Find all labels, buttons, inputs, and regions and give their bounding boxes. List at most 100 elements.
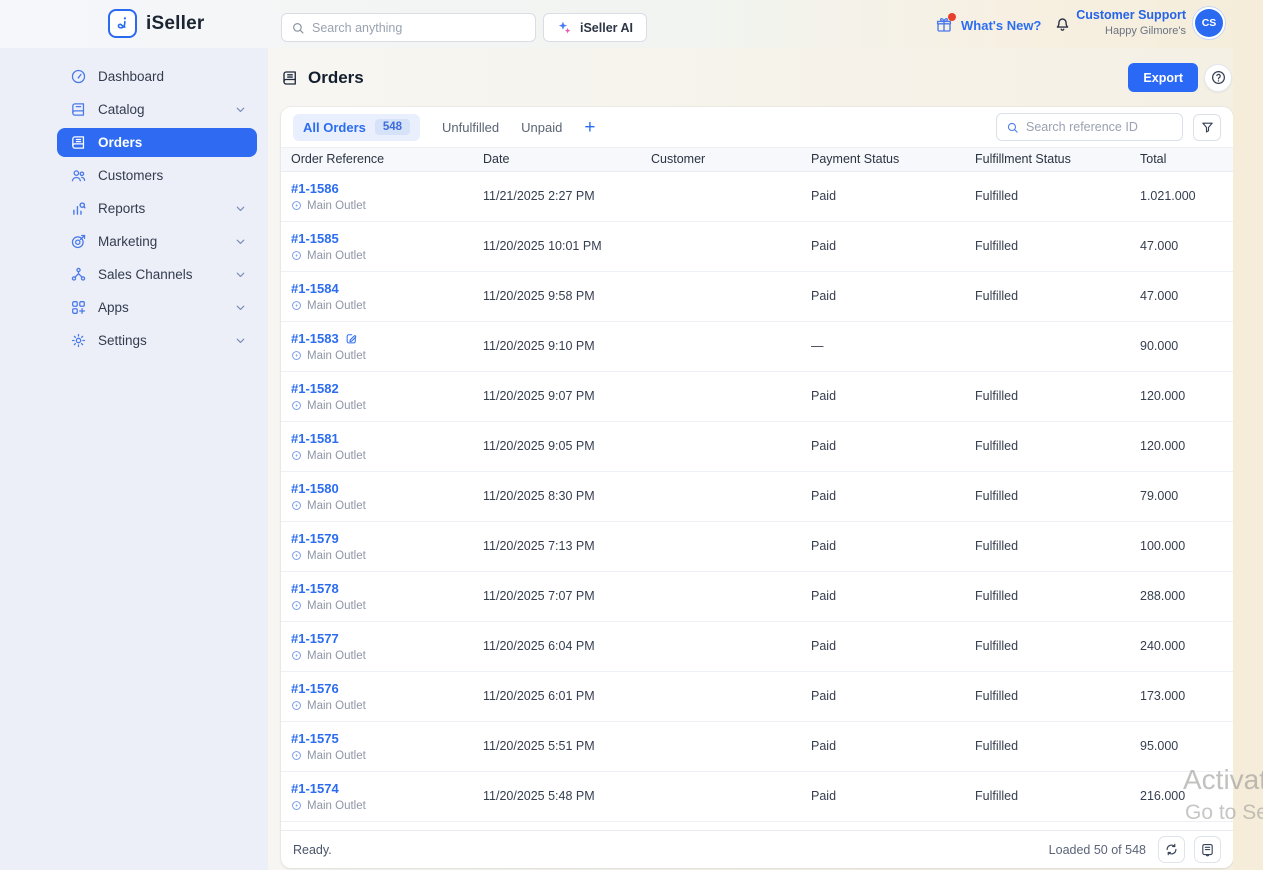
app-root: iSeller iSeller AI What's New? Customer … — [0, 0, 1263, 870]
order-reference-link[interactable]: #1-1585 — [291, 231, 339, 246]
chevron-down-icon — [234, 301, 247, 314]
table-row[interactable]: #1-1577 Main Outlet 11/20/2025 6:04 PM P… — [281, 621, 1233, 672]
global-search[interactable] — [281, 13, 536, 42]
order-reference-link[interactable]: #1-1586 — [291, 181, 339, 196]
fulfillment-status — [965, 321, 1130, 372]
whats-new-link[interactable]: What's New? — [935, 13, 1041, 37]
sidebar-item-label: Sales Channels — [98, 267, 193, 282]
book-icon — [70, 101, 87, 118]
payment-status: — — [801, 321, 965, 372]
table-row[interactable]: #1-1585 Main Outlet 11/20/2025 10:01 PM … — [281, 221, 1233, 272]
sidebar-item-marketing[interactable]: Marketing — [57, 227, 257, 256]
outlet-bolt-icon — [291, 600, 302, 611]
tab-all-orders[interactable]: All Orders 548 — [293, 113, 421, 141]
table-row[interactable]: #1-1582 Main Outlet 11/20/2025 9:07 PM P… — [281, 371, 1233, 422]
order-reference-link[interactable]: #1-1576 — [291, 681, 339, 696]
filter-button[interactable] — [1193, 113, 1221, 141]
table-row[interactable]: #1-1586 Main Outlet 11/21/2025 2:27 PM P… — [281, 171, 1233, 222]
sidebar-item-label: Marketing — [98, 234, 158, 249]
sidebar-item-label: Catalog — [98, 102, 145, 117]
table-row[interactable]: #1-1580 Main Outlet 11/20/2025 8:30 PM P… — [281, 471, 1233, 522]
table-row[interactable]: #1-1576 Main Outlet 11/20/2025 6:01 PM P… — [281, 671, 1233, 722]
page-header: Orders Export — [281, 48, 1233, 107]
sidebar-item-dashboard[interactable]: Dashboard — [57, 62, 257, 91]
sidebar-item-reports[interactable]: Reports — [57, 194, 257, 223]
add-tab-button[interactable]: + — [584, 118, 595, 137]
notifications-bell-button[interactable] — [1051, 14, 1073, 36]
chevron-down-icon — [234, 334, 247, 347]
refresh-button[interactable] — [1158, 836, 1185, 863]
order-reference-link[interactable]: #1-1580 — [291, 481, 339, 496]
payment-status: Paid — [801, 421, 965, 472]
outlet-tag: Main Outlet — [291, 300, 473, 312]
gear-icon — [70, 332, 87, 349]
fulfillment-status: Fulfilled — [965, 471, 1130, 522]
logo-text: iSeller — [146, 12, 205, 34]
table-row[interactable]: #1-1574 Main Outlet 11/20/2025 5:48 PM P… — [281, 771, 1233, 822]
sidebar-item-apps[interactable]: Apps — [57, 293, 257, 322]
tab-unfulfilled[interactable]: Unfulfilled — [442, 120, 499, 135]
order-total: 90.000 — [1130, 321, 1233, 372]
reference-search-input[interactable] — [1026, 120, 1173, 134]
chevron-down-icon — [234, 268, 247, 281]
fulfillment-status: Fulfilled — [965, 221, 1130, 272]
order-total: 240.000 — [1130, 621, 1233, 672]
print-button[interactable] — [1194, 836, 1221, 863]
outlet-bolt-icon — [291, 650, 302, 661]
order-reference-link[interactable]: #1-1581 — [291, 431, 339, 446]
outlet-tag: Main Outlet — [291, 800, 473, 812]
order-reference-link[interactable]: #1-1583 — [291, 331, 339, 346]
sidebar-item-orders[interactable]: Orders — [57, 128, 257, 157]
sidebar-item-catalog[interactable]: Catalog — [57, 95, 257, 124]
order-reference-link[interactable]: #1-1575 — [291, 731, 339, 746]
payment-status: Paid — [801, 171, 965, 222]
table-row[interactable]: #1-1583 Main Outlet 11/20/2025 9:10 PM —… — [281, 321, 1233, 372]
tab-unpaid[interactable]: Unpaid — [521, 120, 562, 135]
edit-pencil-icon[interactable] — [345, 332, 358, 345]
sidebar-item-customers[interactable]: Customers — [57, 161, 257, 190]
help-button[interactable] — [1204, 63, 1232, 92]
chevron-down-icon — [234, 235, 247, 248]
payment-status: Paid — [801, 621, 965, 672]
order-reference-link[interactable]: #1-1579 — [291, 531, 339, 546]
sidebar-nav-list: Dashboard Catalog Orders Customers Repor… — [0, 48, 268, 355]
col-total: Total — [1130, 148, 1233, 172]
avatar[interactable]: CS — [1195, 8, 1223, 37]
order-customer — [641, 421, 801, 472]
order-reference-link[interactable]: #1-1577 — [291, 631, 339, 646]
order-total: 1.021.000 — [1130, 171, 1233, 222]
order-reference-link[interactable]: #1-1584 — [291, 281, 339, 296]
global-search-input[interactable] — [312, 20, 526, 35]
table-row[interactable]: #1-1579 Main Outlet 11/20/2025 7:13 PM P… — [281, 521, 1233, 572]
order-reference-link[interactable]: #1-1582 — [291, 381, 339, 396]
export-button[interactable]: Export — [1128, 63, 1198, 92]
question-icon — [1210, 69, 1227, 86]
refresh-icon — [1164, 842, 1179, 857]
table-row[interactable]: #1-1584 Main Outlet 11/20/2025 9:58 PM P… — [281, 271, 1233, 322]
sidebar-item-sales-channels[interactable]: Sales Channels — [57, 260, 257, 289]
order-date: 11/20/2025 6:04 PM — [473, 621, 641, 672]
table-row[interactable]: #1-1578 Main Outlet 11/20/2025 7:07 PM P… — [281, 571, 1233, 622]
fulfillment-status: Fulfilled — [965, 371, 1130, 422]
grid-icon — [70, 299, 87, 316]
order-reference-link[interactable]: #1-1578 — [291, 581, 339, 596]
sidebar-item-settings[interactable]: Settings — [57, 326, 257, 355]
table-row[interactable]: #1-1581 Main Outlet 11/20/2025 9:05 PM P… — [281, 421, 1233, 472]
col-order-reference: Order Reference — [281, 148, 473, 172]
sidebar-item-label: Apps — [98, 300, 129, 315]
tabs-row: All Orders 548 Unfulfilled Unpaid + — [281, 107, 1233, 148]
user-menu[interactable]: Customer Support Happy Gilmore's CS — [1076, 7, 1223, 38]
iseller-ai-button[interactable]: iSeller AI — [543, 13, 648, 42]
table-row[interactable]: #1-1575 Main Outlet 11/20/2025 5:51 PM P… — [281, 721, 1233, 772]
order-customer — [641, 171, 801, 222]
funnel-icon — [1200, 120, 1215, 135]
reference-search[interactable] — [996, 113, 1183, 141]
outlet-bolt-icon — [291, 350, 302, 361]
order-date: 11/20/2025 7:07 PM — [473, 571, 641, 622]
logo[interactable]: iSeller — [108, 9, 204, 38]
fulfillment-status: Fulfilled — [965, 271, 1130, 322]
fulfillment-status: Fulfilled — [965, 621, 1130, 672]
order-reference-link[interactable]: #1-1574 — [291, 781, 339, 796]
order-date: 11/20/2025 5:48 PM — [473, 771, 641, 822]
outlet-bolt-icon — [291, 200, 302, 211]
